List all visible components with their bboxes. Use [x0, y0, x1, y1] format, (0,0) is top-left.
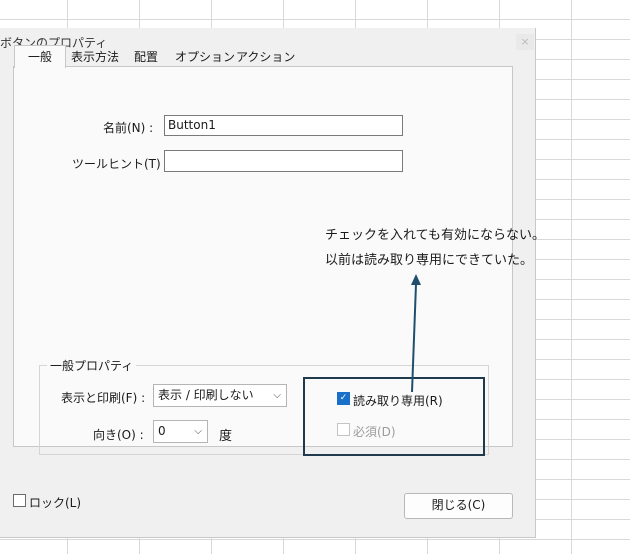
annotation-line-2: 以前は読み取り専用にできていた。	[325, 253, 534, 268]
tab-position[interactable]: 配置	[128, 47, 164, 67]
annotation-line-1: チェックを入れても有効にならない。	[325, 228, 545, 243]
name-label: 名前(N) :	[103, 121, 154, 135]
arrow-shaft	[411, 283, 417, 393]
orientation-label: 向き(O) :	[93, 428, 144, 442]
tab-general[interactable]: 一般	[14, 45, 66, 68]
tab-options[interactable]: オプション	[175, 47, 235, 67]
visibility-value: 表示 / 印刷しない	[158, 388, 254, 402]
lock-checkbox[interactable]	[13, 494, 26, 507]
close-button[interactable]: 閉じる(C)	[404, 493, 513, 519]
close-icon[interactable]: ×	[516, 34, 534, 50]
visibility-label: 表示と印刷(F) :	[61, 391, 146, 405]
lock-label: ロック(L)	[29, 496, 82, 510]
common-properties-title: 一般プロパティ	[47, 357, 137, 374]
arrow-head	[411, 274, 421, 285]
orientation-select[interactable]: 0 ⌵	[153, 420, 208, 443]
annotation-highlight-box	[303, 377, 485, 456]
tooltip-input[interactable]	[164, 150, 403, 172]
orientation-value: 0	[158, 424, 166, 438]
tab-appearance[interactable]: 表示方法	[66, 47, 124, 67]
chevron-down-icon: ⌵	[194, 426, 202, 437]
orientation-unit: 度	[219, 429, 233, 444]
name-input[interactable]: Button1	[164, 115, 403, 136]
tab-actions[interactable]: アクション	[236, 47, 295, 67]
chevron-down-icon: ⌵	[273, 390, 281, 401]
tooltip-label: ツールヒント(T) :	[72, 157, 169, 171]
annotation-arrow	[411, 274, 421, 393]
visibility-select[interactable]: 表示 / 印刷しない ⌵	[153, 384, 287, 407]
